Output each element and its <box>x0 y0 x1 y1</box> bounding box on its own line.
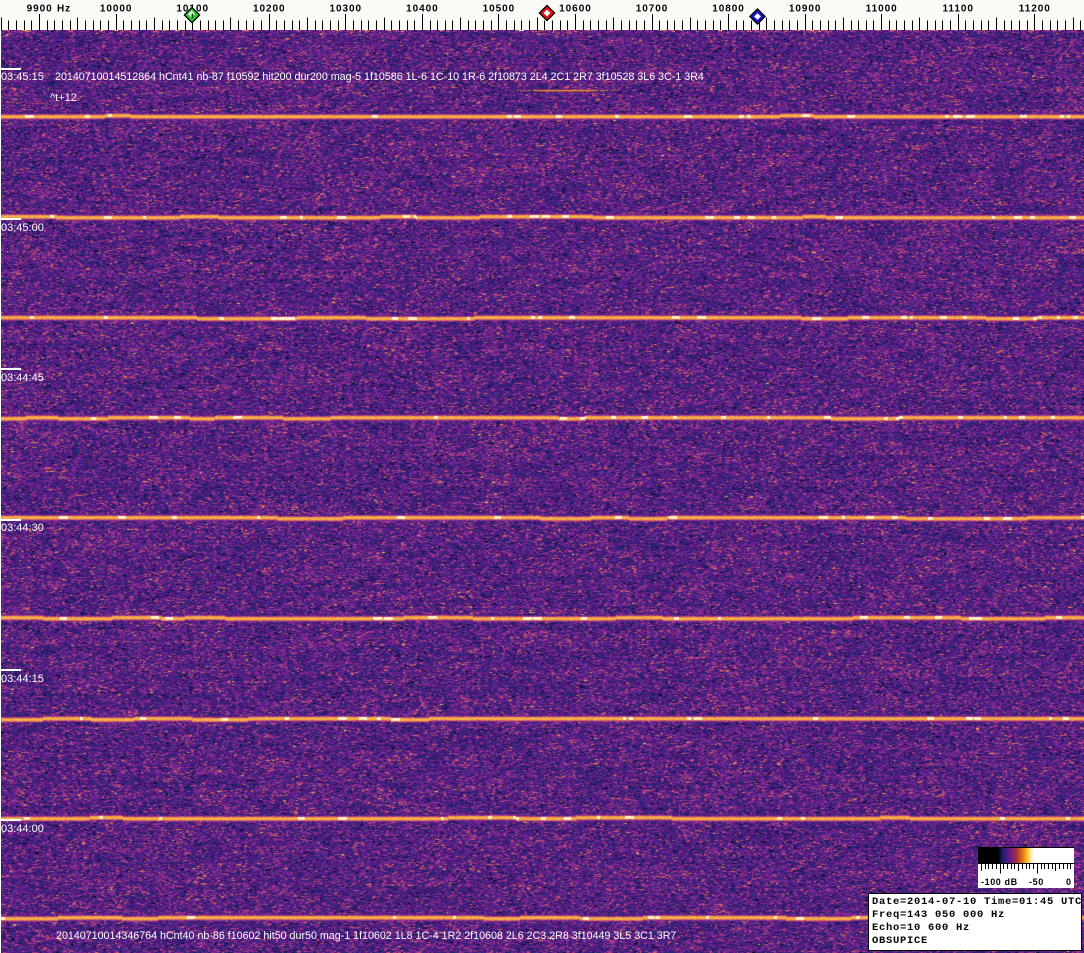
svg-text:11100: 11100 <box>942 4 973 15</box>
svg-text:10300: 10300 <box>330 4 363 15</box>
svg-text:10600: 10600 <box>559 4 592 15</box>
svg-text:Hz: Hz <box>57 4 71 15</box>
svg-text:10700: 10700 <box>636 4 669 15</box>
svg-text:11200: 11200 <box>1019 4 1051 15</box>
svg-text:10800: 10800 <box>712 4 745 15</box>
svg-text:10900: 10900 <box>789 4 822 15</box>
svg-text:9900: 9900 <box>27 4 53 15</box>
svg-text:10000: 10000 <box>100 4 133 15</box>
svg-text:10200: 10200 <box>253 4 286 15</box>
svg-text:10500: 10500 <box>483 4 516 15</box>
svg-text:11000: 11000 <box>866 4 898 15</box>
svg-text:10400: 10400 <box>406 4 439 15</box>
